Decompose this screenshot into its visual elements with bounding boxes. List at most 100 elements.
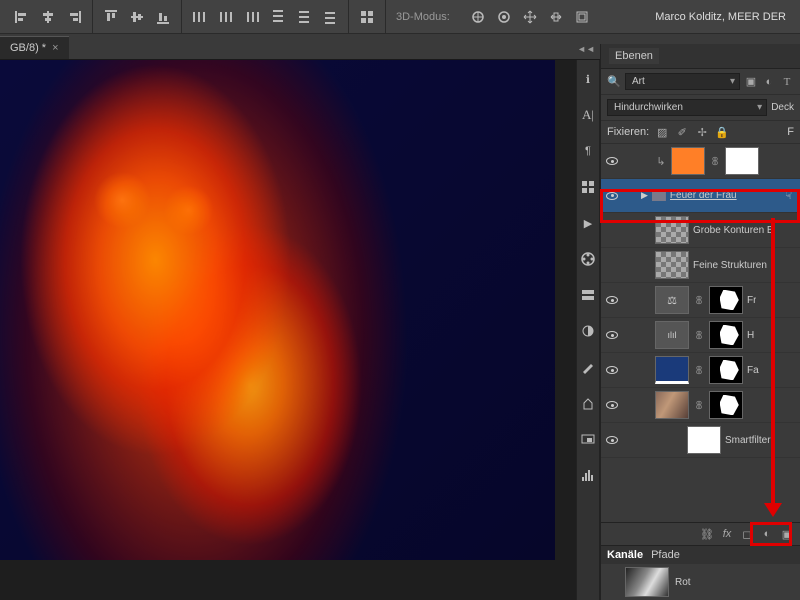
mode-label: 3D-Modus:: [386, 11, 460, 23]
lock-transparent-icon[interactable]: ▨: [655, 125, 669, 139]
align-right-icon[interactable]: [62, 5, 86, 29]
layer-row[interactable]: ↳ 𝟠: [601, 144, 800, 179]
lock-label: Fixieren:: [607, 126, 649, 138]
canvas[interactable]: [0, 60, 555, 560]
adjustments-icon[interactable]: [579, 322, 597, 340]
link-layers-icon[interactable]: ⛓: [700, 527, 714, 541]
channels-paths-tabs: Kanäle Pfade: [601, 545, 800, 564]
3d-pan-icon[interactable]: [518, 5, 542, 29]
fx-icon[interactable]: fx: [720, 527, 734, 541]
visibility-toggle[interactable]: [605, 154, 619, 168]
hand-cursor-icon: ☟: [785, 189, 792, 202]
link-icon[interactable]: 𝟠: [693, 364, 705, 377]
layer-name[interactable]: Grobe Konturen B: [693, 225, 774, 236]
visibility-toggle[interactable]: [605, 363, 619, 377]
link-icon[interactable]: 𝟠: [709, 155, 721, 168]
layer-group-row[interactable]: ▶ Feuer der Frau ☟: [601, 179, 800, 213]
layer-thumbnail[interactable]: [655, 251, 689, 279]
filter-type-icon[interactable]: T: [780, 75, 794, 89]
histogram-icon[interactable]: [579, 466, 597, 484]
dist-top-icon[interactable]: [266, 5, 290, 29]
visibility-toggle[interactable]: [605, 258, 619, 272]
align-top-icon[interactable]: [99, 5, 123, 29]
align-hcenter-icon[interactable]: [36, 5, 60, 29]
filter-adjust-icon[interactable]: ◐: [762, 75, 776, 89]
paragraph-icon[interactable]: ¶: [579, 142, 597, 160]
align-left-icon[interactable]: [10, 5, 34, 29]
channel-row[interactable]: Rot: [601, 564, 800, 600]
canvas-image: [0, 60, 555, 560]
auto-align-icon[interactable]: [355, 5, 379, 29]
filter-icon[interactable]: 🔍: [607, 75, 621, 89]
blend-mode-dropdown[interactable]: Hindurchwirken: [607, 99, 767, 116]
filter-image-icon[interactable]: ▣: [744, 75, 758, 89]
adjustment-icon[interactable]: ılıl: [655, 321, 689, 349]
visibility-toggle[interactable]: [605, 293, 619, 307]
swatches-icon[interactable]: [579, 178, 597, 196]
adjustment-icon[interactable]: ⚖: [655, 286, 689, 314]
3d-slide-icon[interactable]: [544, 5, 568, 29]
dist-bottom-icon[interactable]: [318, 5, 342, 29]
opacity-label: Deck: [771, 102, 794, 113]
layer-mask-thumbnail[interactable]: [709, 356, 743, 384]
history-icon[interactable]: ℹ: [579, 70, 597, 88]
dist-left-icon[interactable]: [188, 5, 212, 29]
character-icon[interactable]: A|: [579, 106, 597, 124]
navigator-icon[interactable]: [579, 430, 597, 448]
tab-paths[interactable]: Pfade: [651, 549, 680, 561]
channel-name[interactable]: Rot: [675, 577, 691, 588]
layer-name[interactable]: Smartfilter: [725, 435, 771, 446]
visibility-toggle[interactable]: [605, 398, 619, 412]
clone-icon[interactable]: [579, 394, 597, 412]
dist-hcenter-icon[interactable]: [214, 5, 238, 29]
disclosure-icon[interactable]: ▶: [641, 190, 648, 201]
lock-pixels-icon[interactable]: ✐: [675, 125, 689, 139]
filter-mask-thumbnail[interactable]: [687, 426, 721, 454]
tab-layers[interactable]: Ebenen: [609, 48, 659, 64]
layer-name[interactable]: Feine Strukturen: [693, 260, 767, 271]
new-group-icon[interactable]: ▣: [780, 527, 794, 541]
styles-icon[interactable]: [579, 286, 597, 304]
layer-mask-thumbnail[interactable]: [709, 391, 743, 419]
layer-thumbnail[interactable]: [671, 147, 705, 175]
visibility-toggle[interactable]: [605, 189, 619, 203]
link-icon[interactable]: 𝟠: [693, 294, 705, 307]
layer-name[interactable]: H: [747, 330, 754, 341]
visibility-toggle[interactable]: [605, 328, 619, 342]
layer-mask-thumbnail[interactable]: [709, 321, 743, 349]
dist-vcenter-icon[interactable]: [292, 5, 316, 29]
channel-thumbnail[interactable]: [625, 567, 669, 597]
layer-thumbnail[interactable]: [655, 356, 689, 384]
color-icon[interactable]: [579, 250, 597, 268]
document-tab[interactable]: GB/8) * ×: [0, 36, 69, 59]
visibility-toggle[interactable]: [605, 223, 619, 237]
layer-mask-thumbnail[interactable]: [725, 147, 759, 175]
visibility-toggle[interactable]: [605, 433, 619, 447]
new-adjustment-icon[interactable]: ◐: [760, 527, 774, 541]
layer-mask-thumbnail[interactable]: [709, 286, 743, 314]
lock-all-icon[interactable]: 🔒: [715, 125, 729, 139]
tab-channels[interactable]: Kanäle: [607, 549, 643, 561]
layer-name[interactable]: Fa: [747, 365, 759, 376]
align-bottom-icon[interactable]: [151, 5, 175, 29]
layer-name[interactable]: Fr: [747, 295, 756, 306]
3d-scale-icon[interactable]: [570, 5, 594, 29]
annotation-arrow: [771, 218, 775, 514]
lock-position-icon[interactable]: ✢: [695, 125, 709, 139]
add-mask-icon[interactable]: ◻: [740, 527, 754, 541]
brush-icon[interactable]: [579, 358, 597, 376]
link-icon[interactable]: 𝟠: [693, 399, 705, 412]
3d-roll-icon[interactable]: [492, 5, 516, 29]
link-icon[interactable]: 𝟠: [693, 329, 705, 342]
filter-kind-dropdown[interactable]: Art: [625, 73, 740, 90]
close-icon[interactable]: ×: [52, 42, 58, 54]
layer-thumbnail[interactable]: [655, 216, 689, 244]
dist-right-icon[interactable]: [240, 5, 264, 29]
visibility-toggle[interactable]: [605, 575, 619, 589]
align-vcenter-icon[interactable]: [125, 5, 149, 29]
collapse-icon[interactable]: ◄◄: [577, 44, 595, 54]
layer-thumbnail[interactable]: [655, 391, 689, 419]
layer-name[interactable]: Feuer der Frau: [670, 190, 737, 201]
3d-rotate-icon[interactable]: [466, 5, 490, 29]
actions-icon[interactable]: ▶: [579, 214, 597, 232]
